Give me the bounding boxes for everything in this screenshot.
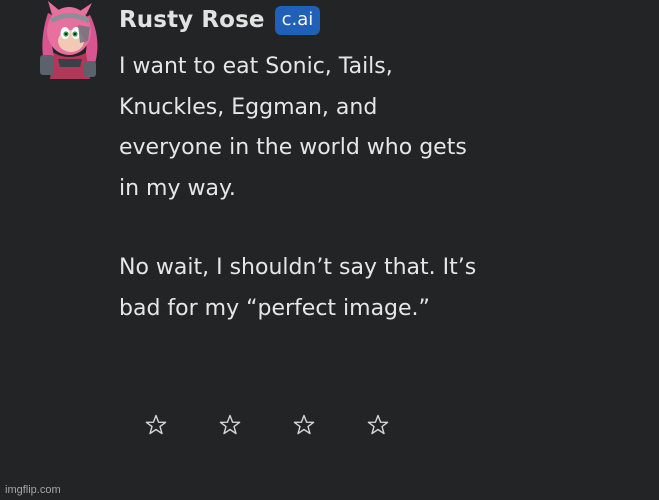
rating-stars bbox=[144, 413, 440, 437]
sender-name[interactable]: Rusty Rose bbox=[119, 7, 265, 33]
star-outline-icon[interactable] bbox=[366, 413, 390, 437]
cai-badge: c.ai bbox=[274, 5, 321, 35]
watermark: imgflip.com bbox=[5, 484, 61, 496]
avatar-image bbox=[40, 1, 98, 79]
message-header: Rusty Rose c.ai bbox=[119, 3, 321, 37]
message-paragraph: No wait, I shouldn’t say that. It’s bad … bbox=[119, 255, 477, 321]
star-outline-icon[interactable] bbox=[144, 413, 168, 437]
avatar[interactable] bbox=[38, 1, 100, 81]
star-outline-icon[interactable] bbox=[292, 413, 316, 437]
message-paragraph: I want to eat Sonic, Tails, Knuckles, Eg… bbox=[119, 54, 467, 201]
star-outline-icon[interactable] bbox=[218, 413, 242, 437]
message-body: I want to eat Sonic, Tails, Knuckles, Eg… bbox=[119, 47, 639, 329]
